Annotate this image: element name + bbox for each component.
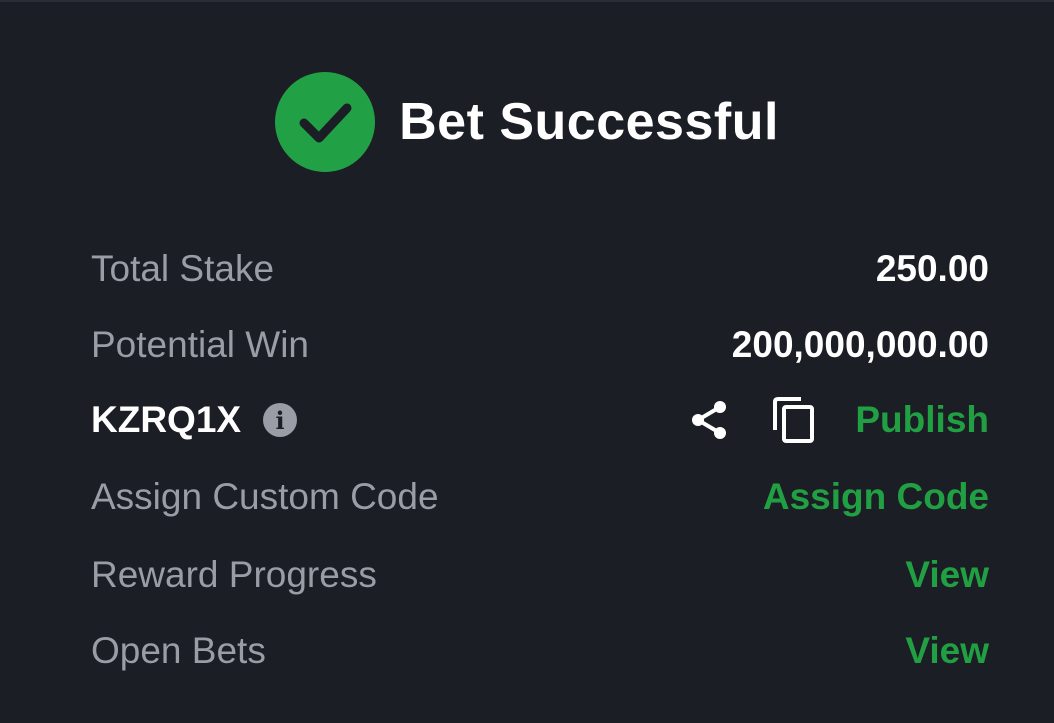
copy-icon[interactable] xyxy=(771,396,817,444)
total-stake-value: 250.00 xyxy=(875,248,989,289)
booking-code-actions: Publish xyxy=(687,396,989,444)
check-circle-icon xyxy=(275,72,376,172)
share-icon[interactable] xyxy=(687,398,731,442)
publish-button[interactable]: Publish xyxy=(855,399,989,441)
total-stake-label: Total Stake xyxy=(91,248,275,289)
booking-code[interactable]: KZRQ1X xyxy=(91,399,241,441)
total-stake-row: Total Stake 250.00 xyxy=(91,244,989,294)
reward-progress-row: Reward Progress View xyxy=(91,550,989,600)
custom-code-label: Assign Custom Code xyxy=(91,476,439,517)
booking-code-group: KZRQ1X i xyxy=(91,399,298,441)
open-bets-label: Open Bets xyxy=(91,630,266,671)
view-reward-progress-button[interactable]: View xyxy=(905,554,989,596)
view-open-bets-button[interactable]: View xyxy=(905,630,989,672)
open-bets-row: Open Bets View xyxy=(91,626,989,676)
custom-code-row: Assign Custom Code Assign Code xyxy=(91,472,989,522)
bet-success-header: Bet Successful xyxy=(0,72,1054,172)
page-title: Bet Successful xyxy=(399,93,779,151)
booking-code-row: KZRQ1X i Publish xyxy=(91,395,989,445)
bet-success-panel: Bet Successful Total Stake 250.00 Potent… xyxy=(0,0,1054,723)
potential-win-row: Potential Win 200,000,000.00 xyxy=(91,320,989,370)
assign-code-button[interactable]: Assign Code xyxy=(763,476,989,518)
reward-progress-label: Reward Progress xyxy=(91,554,377,595)
potential-win-label: Potential Win xyxy=(91,324,309,365)
info-icon[interactable]: i xyxy=(263,403,298,437)
potential-win-value: 200,000,000.00 xyxy=(731,324,989,365)
